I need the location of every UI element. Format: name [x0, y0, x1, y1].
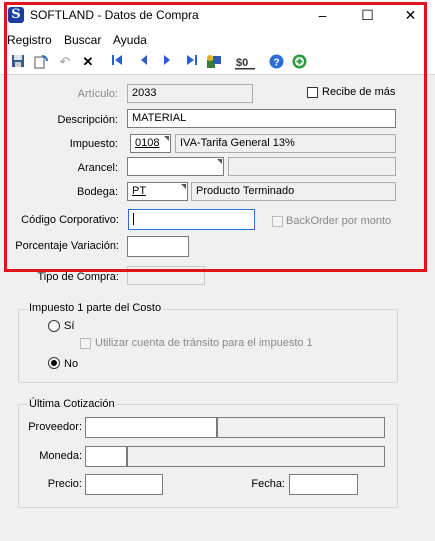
bodega-code-field[interactable]: PT: [127, 182, 188, 201]
impuesto-desc-value: IVA-Tarifa General 13%: [180, 137, 295, 149]
radio-selected-dot: [51, 360, 57, 366]
bodega-label: Bodega:: [77, 186, 118, 198]
transito-checkbox[interactable]: [80, 338, 91, 349]
bodega-desc-value: Producto Terminado: [196, 185, 295, 197]
toggle-icon[interactable]: $0: [234, 54, 256, 70]
bodega-code-value: PT: [132, 185, 147, 197]
impuesto-group-title: Impuesto 1 parte del Costo: [27, 302, 164, 314]
porcentaje-variacion-field[interactable]: [127, 236, 189, 257]
radio-no-label: No: [64, 358, 79, 370]
impuesto-code-value: 0108: [135, 137, 160, 149]
arancel-code-field[interactable]: [127, 157, 224, 176]
arancel-desc-field: [228, 157, 396, 176]
lookup-corner-icon: [217, 159, 222, 164]
add-icon[interactable]: [291, 54, 307, 70]
title-bar: S SOFTLAND - Datos de Compra – ☐ ✕: [0, 0, 435, 30]
menu-ayuda[interactable]: Ayuda: [113, 33, 147, 47]
backorder-checkbox[interactable]: [272, 216, 283, 227]
proveedor-code-field[interactable]: [85, 417, 217, 438]
minimize-icon: –: [318, 7, 327, 23]
undo-icon[interactable]: ↶: [57, 54, 73, 70]
fecha-field[interactable]: [289, 474, 358, 495]
arancel-label: Arancel:: [77, 162, 118, 174]
proveedor-desc-field: [217, 417, 385, 438]
precio-field[interactable]: [85, 474, 163, 495]
bodega-desc-field: Producto Terminado: [191, 182, 396, 201]
menu-bar: Registro Buscar Ayuda: [0, 30, 435, 50]
text-caret: [133, 213, 134, 225]
minimize-button[interactable]: –: [300, 0, 345, 30]
articulo-field: 2033: [127, 84, 253, 103]
articulo-value: 2033: [132, 87, 157, 99]
recibe-mas-label: Recibe de más: [322, 86, 396, 98]
impuesto-code-field[interactable]: 0108: [130, 134, 171, 153]
moneda-code-field[interactable]: [85, 446, 127, 467]
backorder-label: BackOrder por monto: [286, 215, 392, 227]
radio-si-label: Sí: [64, 320, 75, 332]
radio-no[interactable]: [48, 357, 60, 369]
maximize-button[interactable]: ☐: [345, 0, 390, 30]
search-tools-icon[interactable]: [206, 54, 222, 70]
delete-icon[interactable]: ✕: [80, 54, 96, 70]
tipo-compra-label: Tipo de Compra:: [37, 271, 119, 283]
lookup-corner-icon: [164, 136, 169, 141]
fecha-label: Fecha:: [251, 478, 285, 490]
lookup-corner-icon: [181, 184, 186, 189]
descripcion-label: Descripción:: [57, 114, 118, 126]
window-title: SOFTLAND - Datos de Compra: [30, 8, 199, 22]
codigo-corporativo-label: Código Corporativo:: [21, 214, 119, 226]
maximize-icon: ☐: [361, 7, 374, 23]
recibe-mas-checkbox[interactable]: [307, 87, 318, 98]
close-button[interactable]: ✕: [388, 0, 433, 30]
articulo-label: Artículo:: [77, 88, 118, 100]
codigo-corporativo-field[interactable]: [128, 209, 255, 230]
transito-label: Utilizar cuenta de tránsito para el impu…: [95, 337, 313, 349]
precio-label: Precio:: [47, 478, 82, 490]
svg-text:$0: $0: [236, 57, 248, 69]
toolbar: ↶ ✕ $0 ?: [0, 50, 435, 75]
previous-record-icon[interactable]: [136, 54, 152, 70]
refresh-icon[interactable]: [33, 54, 49, 70]
next-record-icon[interactable]: [159, 54, 175, 70]
softland-app-icon: S: [8, 7, 24, 23]
tipo-compra-field[interactable]: [127, 266, 205, 285]
cotizacion-group-title: Última Cotización: [27, 398, 117, 410]
close-icon: ✕: [404, 7, 417, 23]
last-record-icon[interactable]: [184, 54, 200, 70]
menu-buscar[interactable]: Buscar: [64, 33, 101, 47]
save-icon[interactable]: [10, 54, 26, 70]
impuesto-desc-field: IVA-Tarifa General 13%: [175, 134, 396, 153]
menu-registro[interactable]: Registro: [7, 33, 52, 47]
impuesto-label: Impuesto:: [69, 138, 118, 150]
porcentaje-variacion-label: Porcentaje Variación:: [15, 240, 119, 252]
first-record-icon[interactable]: [109, 54, 125, 70]
descripcion-value: MATERIAL: [132, 112, 187, 124]
moneda-desc-field: [127, 446, 385, 467]
moneda-label: Moneda:: [39, 450, 82, 462]
descripcion-field[interactable]: MATERIAL: [127, 109, 396, 128]
radio-si[interactable]: [48, 320, 60, 332]
help-icon[interactable]: ?: [268, 54, 284, 70]
proveedor-label: Proveedor:: [28, 421, 82, 433]
svg-text:?: ?: [273, 58, 279, 69]
